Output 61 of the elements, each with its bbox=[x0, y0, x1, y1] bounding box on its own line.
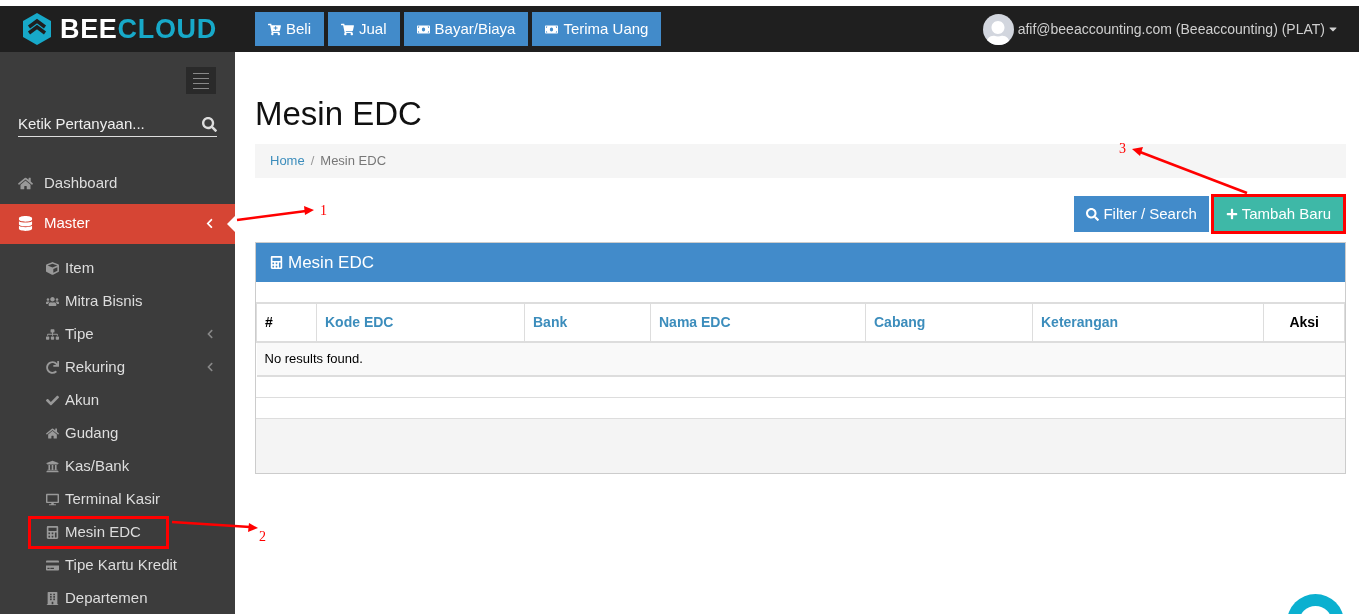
logo-icon bbox=[22, 12, 52, 46]
sidebar-subitem[interactable]: Item bbox=[0, 251, 235, 285]
sidebar-subitem[interactable]: Mitra Bisnis bbox=[0, 284, 235, 318]
column-header: # bbox=[265, 314, 273, 330]
sidebar-item[interactable]: Master bbox=[0, 203, 235, 244]
sidebar-subitem[interactable]: Terminal Kasir bbox=[0, 482, 235, 516]
bank-icon bbox=[46, 459, 59, 473]
sidebar-subitem[interactable]: Akun bbox=[0, 383, 235, 417]
column-header: Aksi bbox=[1289, 314, 1319, 330]
search-field[interactable]: Ketik Pertanyaan... bbox=[18, 113, 217, 137]
users-icon bbox=[46, 294, 59, 308]
sidebar-subitem[interactable]: Rekuring bbox=[0, 350, 235, 384]
sidebar-subitem[interactable]: Tipe Kartu Kredit bbox=[0, 548, 235, 582]
calculator-icon bbox=[270, 256, 283, 269]
logo-text: BEECLOUD bbox=[60, 15, 217, 43]
page-title: Mesin EDC bbox=[255, 94, 423, 134]
top-action-button[interactable]: Beli bbox=[255, 12, 324, 46]
top-action-button[interactable]: Bayar/Biaya bbox=[403, 12, 529, 46]
check-icon bbox=[46, 393, 59, 407]
cart-icon bbox=[341, 22, 354, 36]
chevron-icon bbox=[205, 329, 215, 339]
sitemap-icon bbox=[46, 327, 59, 341]
refresh-icon bbox=[46, 360, 59, 374]
top-action-button[interactable]: Terima Uang bbox=[532, 12, 662, 46]
top-action-button[interactable]: Jual bbox=[328, 12, 400, 46]
cube-icon bbox=[46, 261, 59, 275]
cart-plus-icon bbox=[268, 22, 281, 36]
database-icon bbox=[18, 216, 33, 231]
filter-button[interactable]: Filter / Search bbox=[1074, 196, 1209, 232]
column-sort-link[interactable]: Bank bbox=[533, 314, 568, 330]
credit-card-icon bbox=[46, 558, 59, 572]
panel-title: Mesin EDC bbox=[288, 251, 374, 274]
annotation-number: 1 bbox=[320, 204, 327, 218]
breadcrumb-separator: / bbox=[310, 152, 315, 171]
column-sort-link[interactable]: Kode EDC bbox=[325, 314, 394, 330]
plus-icon bbox=[1225, 208, 1238, 220]
breadcrumb-current: Mesin EDC bbox=[320, 152, 387, 171]
calculator-icon bbox=[46, 525, 59, 539]
sidebar-item[interactable]: Dashboard bbox=[0, 163, 235, 204]
search-icon bbox=[202, 116, 217, 132]
menu-button[interactable] bbox=[186, 67, 216, 94]
building-icon bbox=[46, 591, 59, 605]
column-sort-link[interactable]: Cabang bbox=[874, 314, 926, 330]
sidebar-subitem[interactable]: Gudang bbox=[0, 416, 235, 450]
chevron-icon bbox=[205, 362, 215, 372]
sidebar-subitem[interactable]: Kas/Bank bbox=[0, 449, 235, 483]
sidebar-subitem[interactable]: Tipe bbox=[0, 317, 235, 351]
search-icon bbox=[1086, 207, 1100, 221]
home-icon bbox=[18, 176, 33, 191]
monitor-icon bbox=[46, 492, 59, 506]
annotation-number: 3 bbox=[1119, 142, 1126, 156]
avatar-icon bbox=[982, 13, 1014, 45]
sidebar-subitem[interactable]: Departemen bbox=[0, 581, 235, 614]
annotation-number: 2 bbox=[259, 530, 266, 544]
home-icon bbox=[46, 426, 59, 440]
active-pointer-icon bbox=[227, 215, 235, 232]
column-sort-link[interactable]: Nama EDC bbox=[659, 314, 731, 330]
column-sort-link[interactable]: Keterangan bbox=[1041, 314, 1119, 330]
empty-message: No results found. bbox=[264, 351, 363, 367]
user-menu-button[interactable]: afif@beeaccounting.com (Beeaccounting) (PLAT) bbox=[1017, 18, 1339, 40]
sidebar-subitem[interactable]: Mesin EDC bbox=[28, 515, 169, 549]
